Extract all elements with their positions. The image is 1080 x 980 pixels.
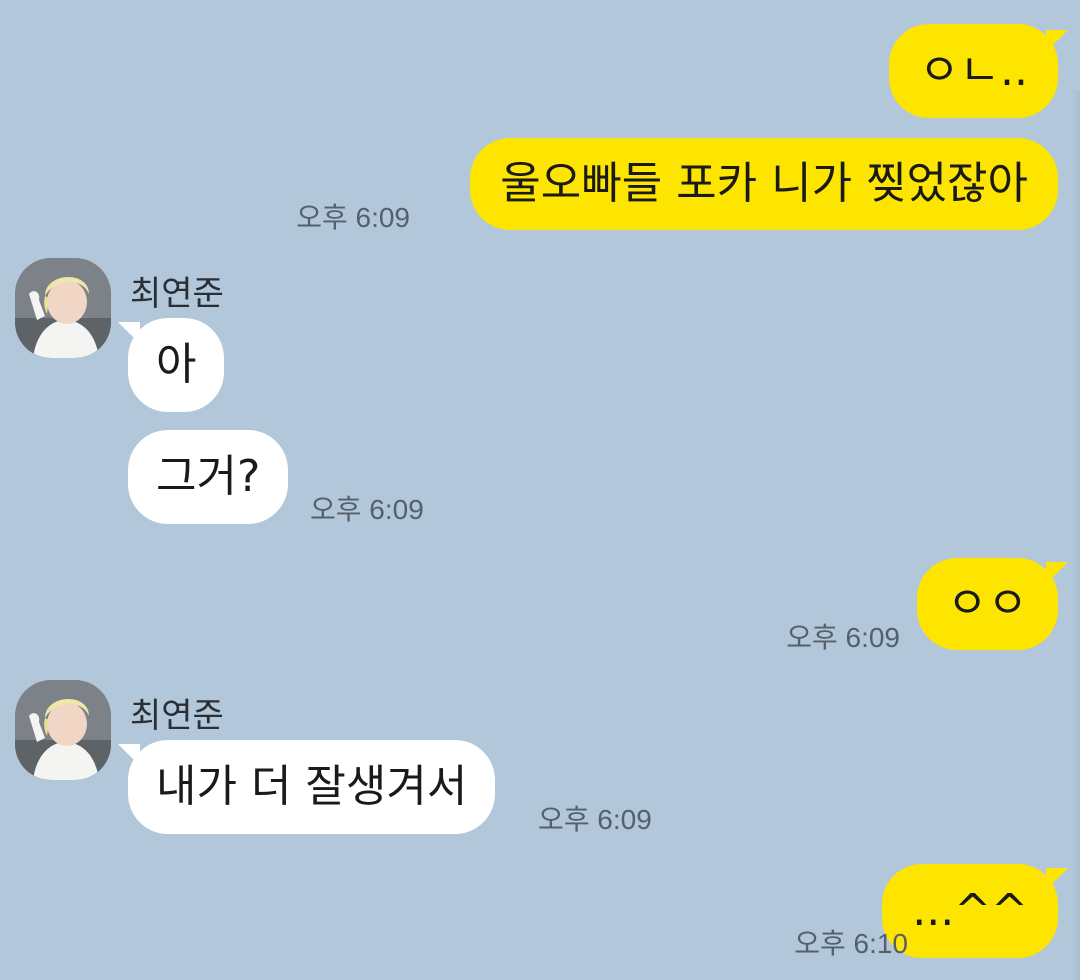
message-time: 오후 6:09 [538,804,652,835]
bubble-tail [118,322,140,344]
avatar[interactable] [15,258,111,358]
message-time: 오후 6:10 [794,928,908,959]
message-time: 오후 6:09 [786,622,900,653]
message-text: 그거? [156,451,261,502]
my-message-bubble[interactable]: ...^^ [882,864,1058,958]
my-message-bubble[interactable]: ㅇㅇ [917,558,1058,650]
avatar[interactable] [15,680,111,780]
bubble-tail [1046,30,1068,52]
their-message-bubble[interactable]: 그거? [128,430,289,524]
their-message-bubble[interactable]: 아 [128,318,225,412]
bubble-tail [118,744,140,766]
message-text: ㅇㄴ.. [919,45,1028,96]
message-time: 오후 6:09 [296,202,410,233]
scroll-edge[interactable] [1072,90,1080,980]
message-text: 울오빠들 포카 니가 찢었잖아 [500,158,1028,209]
message-text: 아 [156,339,197,390]
bubble-tail [1046,868,1068,890]
my-message-bubble[interactable]: ㅇㄴ.. [889,24,1058,118]
message-time: 오후 6:09 [310,494,424,525]
bubble-tail [1046,562,1068,584]
message-text: ...^^ [912,885,1028,936]
message-text: ㅇㅇ [947,578,1028,629]
my-message-bubble[interactable]: 울오빠들 포카 니가 찢었잖아 [470,138,1058,230]
sender-name: 최연준 [130,696,224,736]
chat-area[interactable]: ㅇㄴ.. 울오빠들 포카 니가 찢었잖아 오후 6:09 최연준 아 그거? 오… [0,0,1080,980]
profile-photo-icon [15,680,111,780]
sender-name: 최연준 [130,274,224,314]
their-message-bubble[interactable]: 내가 더 잘생겨서 [128,740,496,834]
profile-photo-icon [15,258,111,358]
message-text: 내가 더 잘생겨서 [156,761,468,812]
